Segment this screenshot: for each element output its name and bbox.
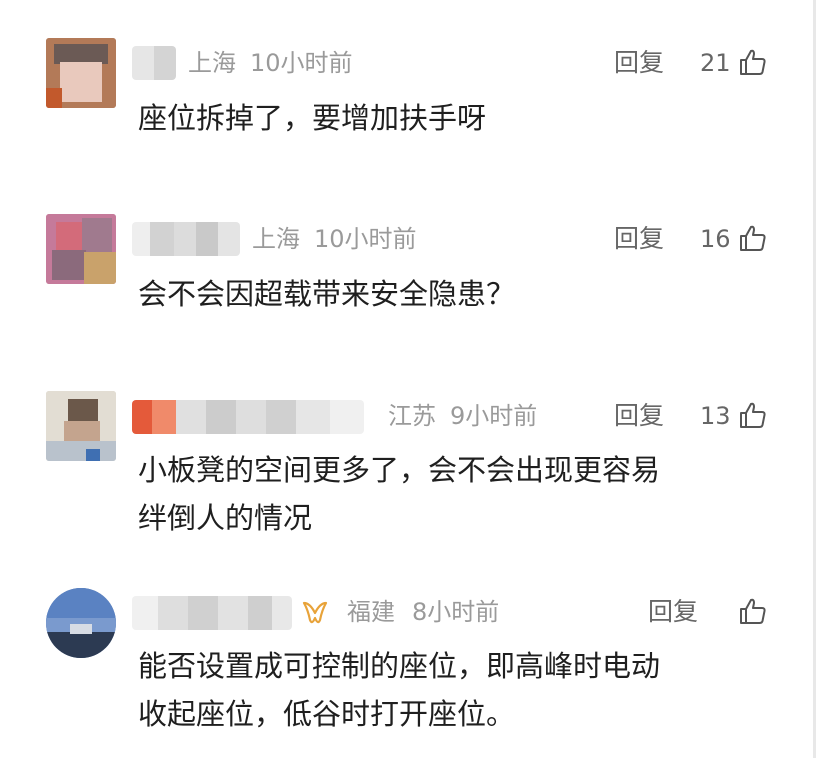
- comment-text-line-1: 小板凳的空间更多了，会不会出现更容易: [138, 453, 661, 487]
- time-label: 10小时前: [314, 225, 417, 253]
- username-blurred[interactable]: [132, 596, 292, 630]
- location-label: 福建: [347, 598, 395, 626]
- avatar[interactable]: [46, 391, 116, 461]
- username-blurred[interactable]: [132, 222, 240, 256]
- thumbs-up-icon[interactable]: [738, 47, 768, 77]
- comment-text-line-2: 绊倒人的情况: [138, 501, 313, 535]
- thumbs-up-icon[interactable]: [738, 223, 768, 253]
- time-label: 10小时前: [250, 49, 353, 77]
- like-count: 13: [700, 402, 731, 430]
- reply-button[interactable]: 回复: [614, 222, 664, 256]
- location-label: 江苏: [388, 402, 436, 430]
- location-label: 上海: [188, 49, 236, 77]
- avatar[interactable]: [46, 214, 116, 284]
- comment-text-line-2: 收起座位，低谷时打开座位。: [138, 697, 516, 731]
- vip-badge-icon: [302, 601, 328, 624]
- avatar[interactable]: [46, 38, 116, 108]
- time-label: 8小时前: [412, 598, 500, 626]
- thumbs-up-icon[interactable]: [738, 400, 768, 430]
- username-blurred[interactable]: [132, 46, 176, 80]
- time-label: 9小时前: [450, 402, 538, 430]
- reply-button[interactable]: 回复: [614, 46, 664, 80]
- reply-button[interactable]: 回复: [648, 595, 698, 629]
- like-count: 21: [700, 49, 731, 77]
- like-count: 16: [700, 225, 731, 253]
- avatar[interactable]: [46, 588, 116, 658]
- comment-text: 座位拆掉了，要增加扶手呀: [138, 101, 487, 135]
- location-label: 上海: [252, 225, 300, 253]
- comment-text-line-1: 能否设置成可控制的座位，即高峰时电动: [138, 649, 661, 683]
- comment-text: 会不会因超载带来安全隐患？: [138, 277, 516, 311]
- reply-button[interactable]: 回复: [614, 399, 664, 433]
- username-blurred[interactable]: [132, 400, 364, 434]
- thumbs-up-icon[interactable]: [738, 596, 768, 626]
